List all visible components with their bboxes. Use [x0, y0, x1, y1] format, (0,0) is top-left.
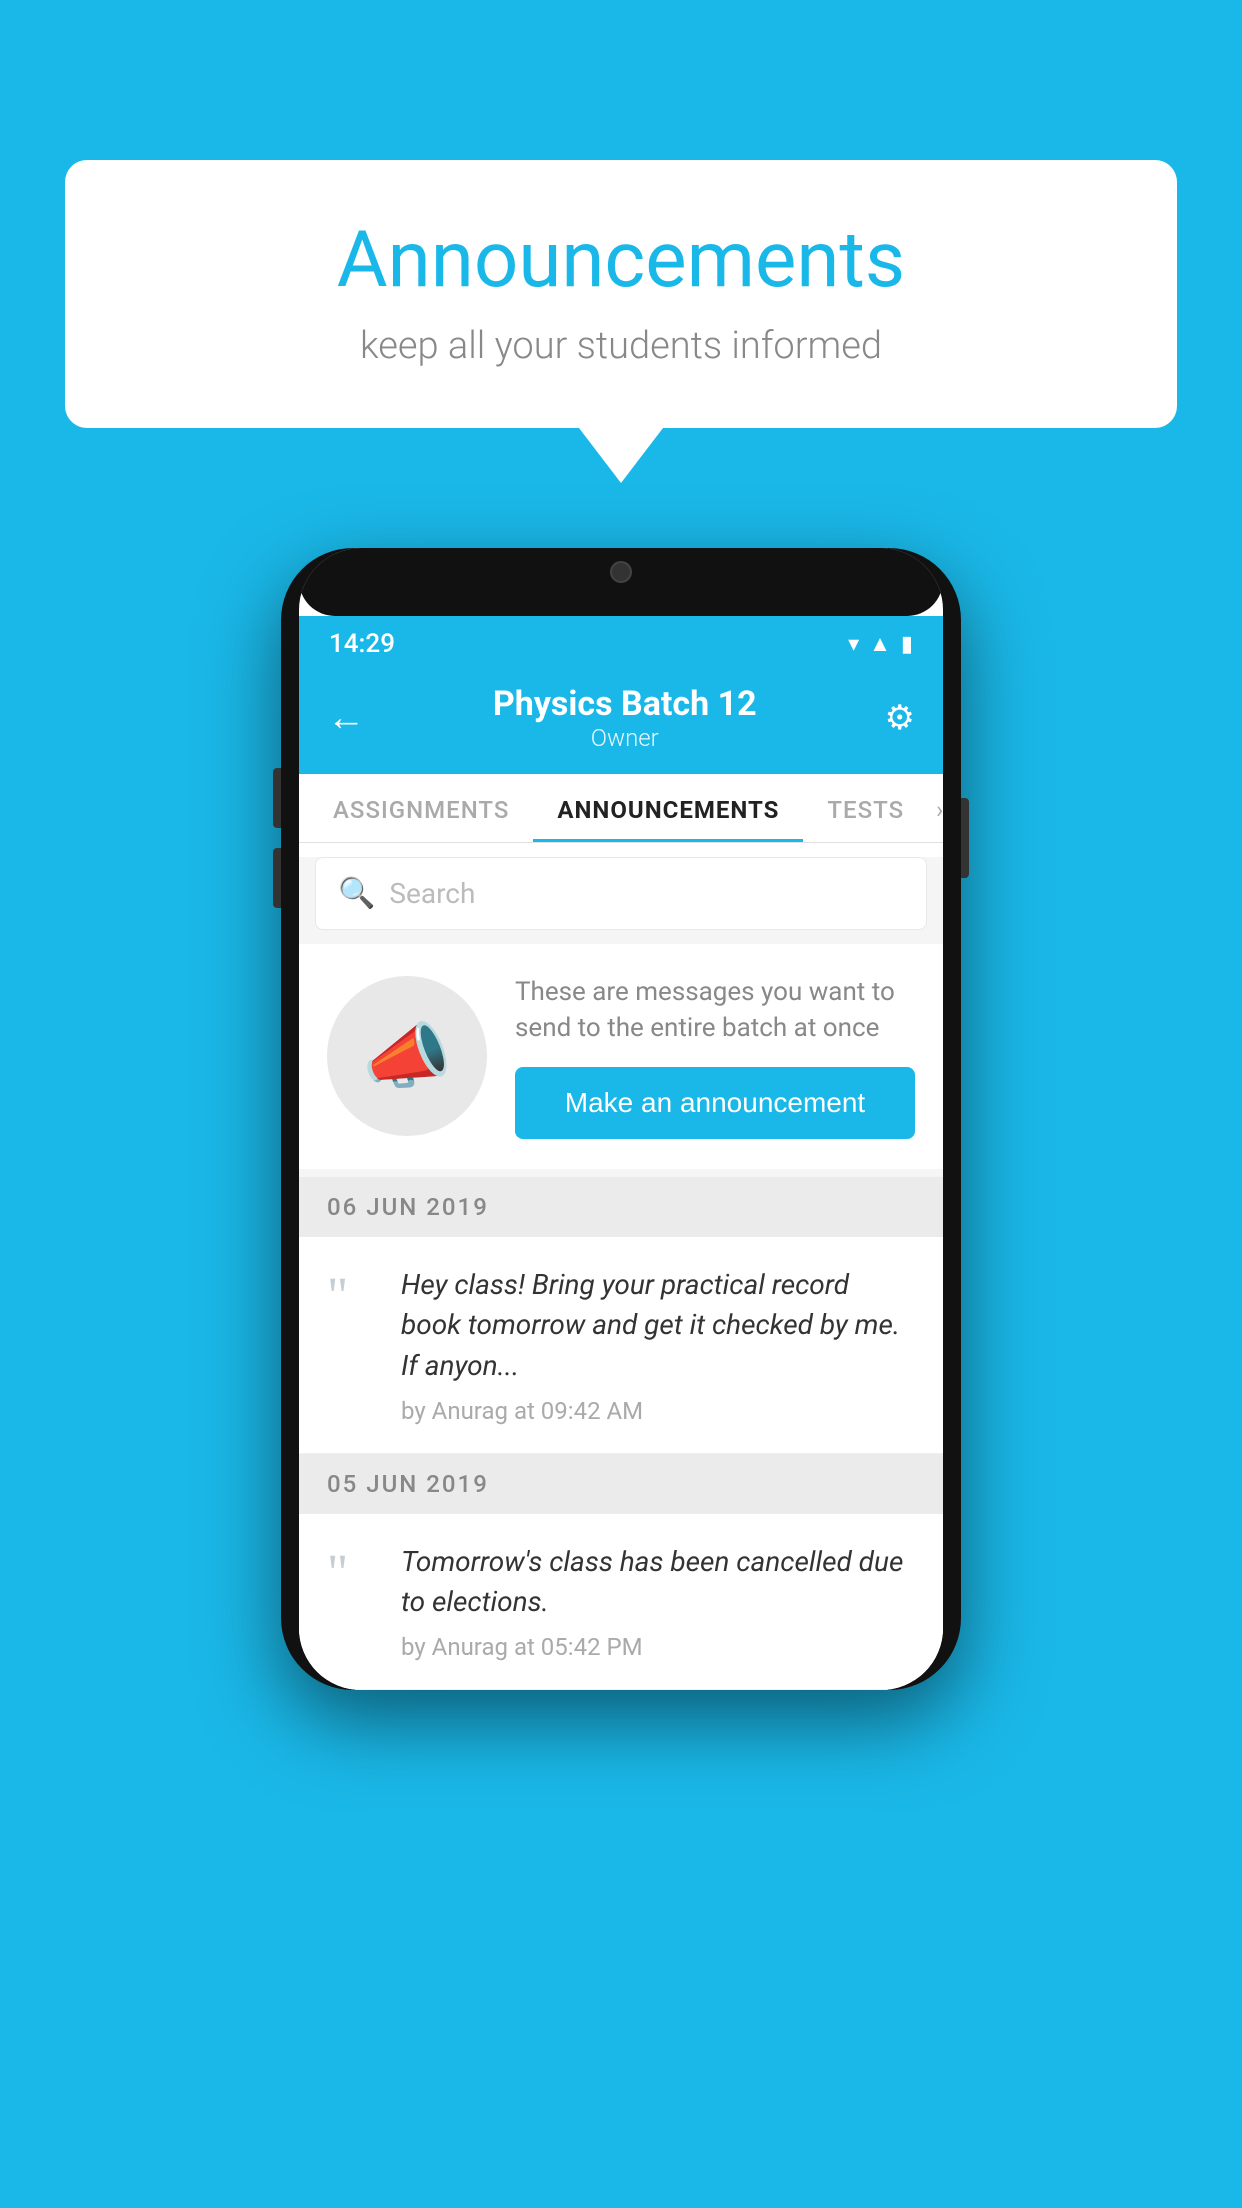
make-announcement-button[interactable]: Make an announcement	[515, 1067, 915, 1139]
announcement-item-2: " Tomorrow's class has been cancelled du…	[299, 1514, 943, 1690]
search-icon: 🔍	[338, 876, 375, 911]
date-divider-1: 06 JUN 2019	[299, 1177, 943, 1237]
announcement-content-2: Tomorrow's class has been cancelled due …	[401, 1542, 915, 1661]
speech-bubble-subtitle: keep all your students informed	[125, 324, 1117, 368]
signal-icon: ▲	[869, 631, 891, 657]
volume-down-button	[273, 848, 281, 908]
phone-wrapper: 14:29 ▾ ▲ ▮ ← Physics Batch 12 Owner ⚙	[281, 530, 961, 1708]
notch-area	[299, 548, 943, 616]
status-bar: 14:29 ▾ ▲ ▮	[299, 616, 943, 668]
tab-assignments[interactable]: ASSIGNMENTS	[309, 774, 533, 842]
camera-dot	[610, 561, 632, 583]
quote-icon-2: "	[327, 1548, 379, 1600]
power-button	[961, 798, 969, 878]
phone-notch	[551, 548, 691, 596]
announcement-prompt: 📣 These are messages you want to send to…	[299, 944, 943, 1169]
quote-icon-1: "	[327, 1271, 379, 1323]
announcement-icon-circle: 📣	[327, 976, 487, 1136]
speech-bubble-arrow	[579, 428, 663, 483]
header-subtitle: Owner	[493, 724, 757, 752]
phone-screen: 14:29 ▾ ▲ ▮ ← Physics Batch 12 Owner ⚙	[299, 548, 943, 1690]
announcement-text-2: Tomorrow's class has been cancelled due …	[401, 1542, 915, 1623]
search-placeholder: Search	[389, 877, 475, 910]
tab-tests[interactable]: TESTS	[803, 774, 928, 842]
speech-bubble: Announcements keep all your students inf…	[65, 160, 1177, 428]
gear-icon[interactable]: ⚙	[885, 698, 915, 738]
announcement-meta-2: by Anurag at 05:42 PM	[401, 1633, 915, 1661]
tab-announcements[interactable]: ANNOUNCEMENTS	[533, 774, 803, 842]
header-center: Physics Batch 12 Owner	[493, 684, 757, 752]
announce-right: These are messages you want to send to t…	[515, 974, 915, 1139]
announcement-content-1: Hey class! Bring your practical record b…	[401, 1265, 915, 1425]
date-divider-2: 05 JUN 2019	[299, 1454, 943, 1514]
speech-bubble-title: Announcements	[125, 215, 1117, 306]
app-header: ← Physics Batch 12 Owner ⚙	[299, 668, 943, 774]
phone-frame: 14:29 ▾ ▲ ▮ ← Physics Batch 12 Owner ⚙	[281, 548, 961, 1690]
content-area: 🔍 Search 📣 These are messages you want t…	[299, 857, 943, 1690]
back-button[interactable]: ←	[327, 696, 365, 740]
battery-icon: ▮	[901, 632, 913, 657]
megaphone-icon: 📣	[362, 1014, 452, 1099]
announcement-text-1: Hey class! Bring your practical record b…	[401, 1265, 915, 1387]
search-bar[interactable]: 🔍 Search	[315, 857, 927, 930]
volume-up-button	[273, 768, 281, 828]
announcement-meta-1: by Anurag at 09:42 AM	[401, 1397, 915, 1425]
status-icons: ▾ ▲ ▮	[848, 631, 913, 657]
tab-more-icon[interactable]: ›	[928, 774, 943, 842]
status-time: 14:29	[329, 629, 395, 659]
tabs-bar: ASSIGNMENTS ANNOUNCEMENTS TESTS ›	[299, 774, 943, 843]
announce-description: These are messages you want to send to t…	[515, 974, 915, 1047]
header-title: Physics Batch 12	[493, 684, 757, 724]
announcement-item-1: " Hey class! Bring your practical record…	[299, 1237, 943, 1454]
speech-bubble-container: Announcements keep all your students inf…	[65, 160, 1177, 483]
wifi-icon: ▾	[848, 632, 859, 657]
